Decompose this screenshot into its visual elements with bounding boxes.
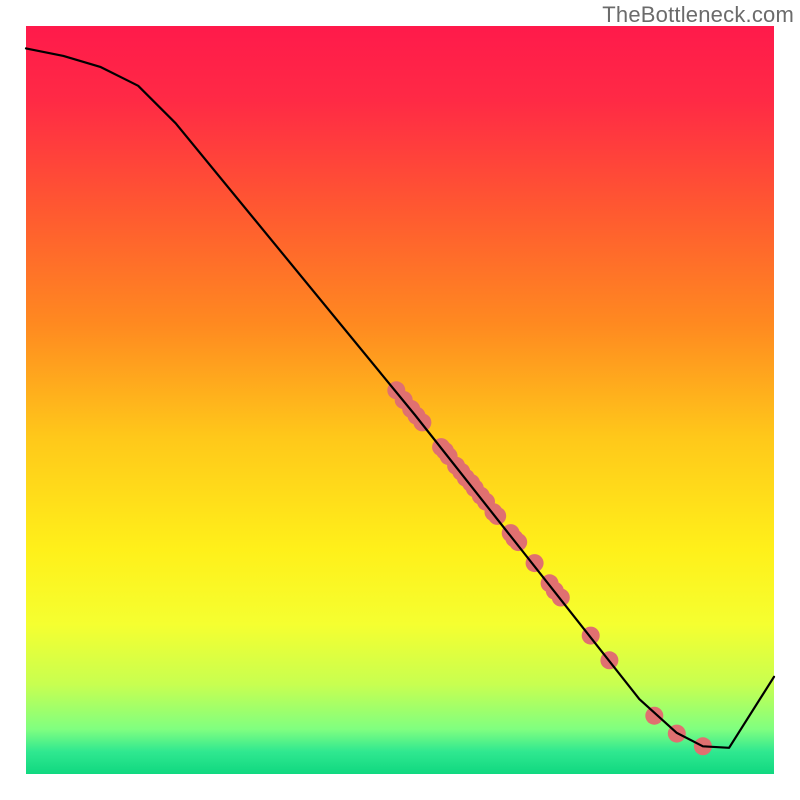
bottleneck-chart: TheBottleneck.com: [0, 0, 800, 800]
chart-svg: [0, 0, 800, 800]
data-dot: [509, 533, 527, 551]
watermark-text: TheBottleneck.com: [602, 2, 794, 28]
data-dot: [645, 707, 663, 725]
